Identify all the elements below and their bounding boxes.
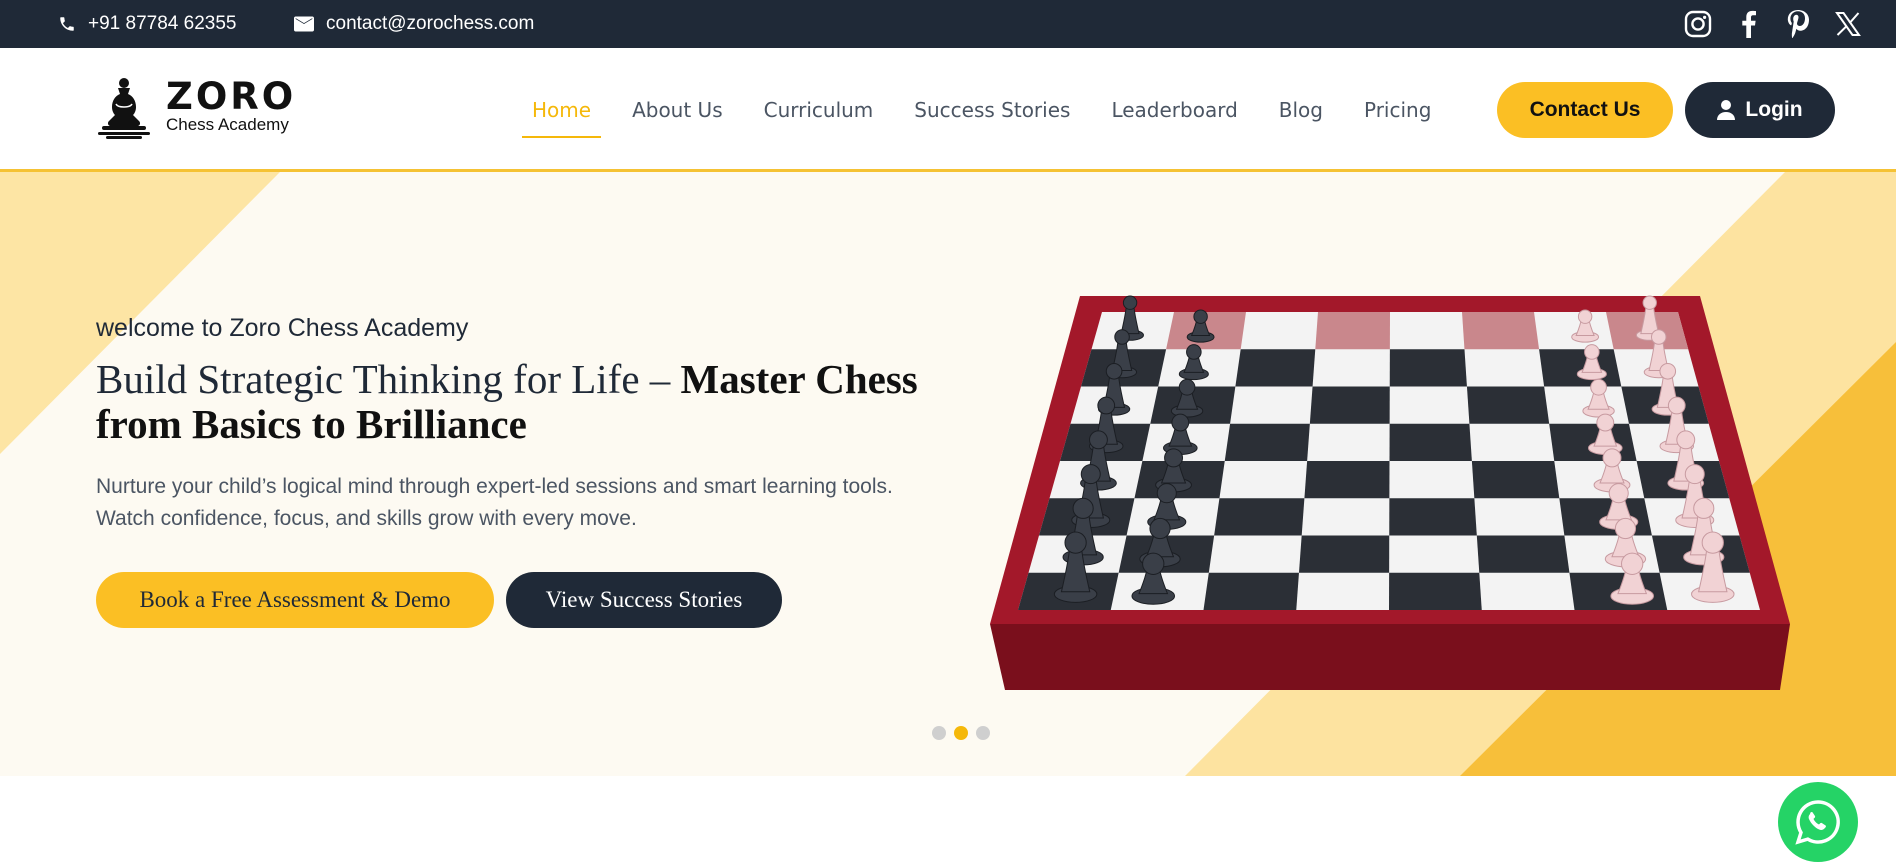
board-dark-square: [1304, 461, 1390, 499]
carousel-dot-1[interactable]: [932, 726, 946, 740]
nav-blog[interactable]: Blog: [1279, 48, 1323, 172]
chessboard-illustration: [990, 295, 1790, 690]
hero-actions: Book a Free Assessment & Demo View Succe…: [96, 572, 782, 628]
pinterest-icon[interactable]: [1784, 10, 1812, 38]
phone-number: +91 87784 62355: [88, 13, 237, 34]
carousel-dot-2[interactable]: [954, 726, 968, 740]
board-dark-square: [1539, 349, 1622, 387]
nav-home[interactable]: Home: [521, 48, 602, 172]
brand-subtitle: Chess Academy: [166, 115, 289, 134]
envelope-icon: [294, 16, 314, 32]
board-dark-square: [1476, 535, 1570, 573]
whatsapp-icon: [1795, 800, 1840, 845]
view-success-stories-button[interactable]: View Success Stories: [506, 572, 782, 628]
headline-light: Build Strategic Thinking for Life –: [96, 356, 681, 402]
login-button[interactable]: Login: [1685, 82, 1835, 138]
board-dark-square: [1224, 423, 1310, 461]
nav-curriculum[interactable]: Curriculum: [764, 48, 874, 172]
board-dark-square: [1298, 535, 1390, 573]
social-links: [1684, 0, 1862, 48]
nav-menu: Home About Us Curriculum Success Stories…: [521, 48, 1472, 172]
whatsapp-button[interactable]: [1778, 782, 1858, 862]
main-navbar: ZORO Chess Academy Home About Us Curricu…: [0, 48, 1896, 172]
board-dark-square: [1389, 423, 1472, 461]
email-address: contact@zorochess.com: [326, 13, 535, 34]
nav-about-us[interactable]: About Us: [632, 48, 723, 172]
hero-subtext-line-2: Watch confidence, focus, and skills grow…: [96, 507, 637, 530]
hero-subtext-line-1: Nurture your child’s logical mind throug…: [96, 475, 893, 498]
board-dark-square: [1214, 498, 1305, 536]
top-contact-bar: +91 87784 62355 contact@zorochess.com: [0, 0, 1896, 48]
nav-leaderboard[interactable]: Leaderboard: [1111, 48, 1237, 172]
carousel-dot-3[interactable]: [976, 726, 990, 740]
board-dark-square: [1389, 498, 1477, 536]
hero-welcome: welcome to Zoro Chess Academy: [96, 314, 469, 342]
board-dark-square: [1549, 423, 1637, 461]
facebook-icon[interactable]: [1734, 10, 1762, 38]
x-icon[interactable]: [1834, 10, 1862, 38]
board-dark-square: [1471, 461, 1560, 499]
carousel-indicators: [932, 726, 990, 740]
board-dark-square: [1389, 349, 1467, 387]
nav-pricing[interactable]: Pricing: [1364, 48, 1431, 172]
board-dark-square: [1315, 312, 1390, 350]
phone-contact[interactable]: +91 87784 62355: [58, 0, 236, 48]
book-demo-button[interactable]: Book a Free Assessment & Demo: [96, 572, 494, 628]
brand-logo[interactable]: ZORO Chess Academy: [96, 74, 296, 140]
hero-headline: Build Strategic Thinking for Life – Mast…: [96, 357, 976, 447]
board-dark-square: [1462, 312, 1540, 350]
chess-buddha-logo-icon: [98, 78, 150, 139]
contact-us-button[interactable]: Contact Us: [1497, 82, 1673, 138]
hero-section: welcome to Zoro Chess Academy Build Stra…: [0, 172, 1896, 776]
user-icon: [1717, 100, 1736, 120]
phone-icon: [60, 17, 74, 31]
nav-success-stories[interactable]: Success Stories: [914, 48, 1070, 172]
board-dark-square: [1466, 386, 1550, 424]
board-dark-square: [1309, 386, 1390, 424]
hero-subtext: Nurture your child’s logical mind throug…: [96, 471, 976, 535]
instagram-icon[interactable]: [1684, 10, 1712, 38]
brand-name: ZORO: [166, 75, 297, 118]
board-dark-square: [1203, 572, 1299, 610]
board-dark-square: [1389, 572, 1482, 610]
login-label: Login: [1745, 98, 1803, 121]
email-contact[interactable]: contact@zorochess.com: [294, 0, 534, 48]
hero-copy: welcome to Zoro Chess Academy Build Stra…: [96, 314, 976, 535]
board-dark-square: [1235, 349, 1316, 387]
